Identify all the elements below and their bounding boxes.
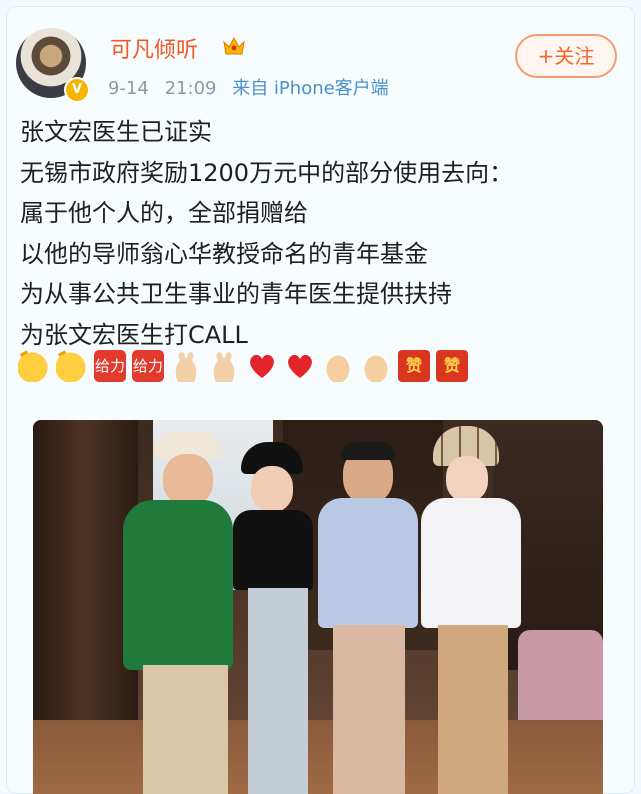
post-line: 为从事公共卫生事业的青年医生提供扶持 xyxy=(20,280,452,308)
post-date: 9-14 xyxy=(108,78,149,99)
photo-person-4-pants xyxy=(438,625,508,794)
post-line: 以他的导师翁心华教授命名的青年基金 xyxy=(20,239,428,268)
zan-icon: 赞 xyxy=(436,350,468,382)
photo-person-3-shirt xyxy=(318,498,418,628)
red-heart-icon xyxy=(246,350,278,382)
post-source[interactable]: 来自 iPhone客户端 xyxy=(232,78,388,99)
pray-icon xyxy=(322,350,354,382)
red-heart-icon xyxy=(284,350,316,382)
photo-person-4-blouse xyxy=(421,498,521,628)
photo-person-2-face xyxy=(251,466,293,512)
photo-person-4-face xyxy=(446,456,488,502)
zan-icon: 赞 xyxy=(398,350,430,382)
awesome-stamp-icon: 给力 xyxy=(132,350,164,382)
post-body: 张文宏医生已证实 无锡市政府奖励1200万元中的部分使用去向： 属于他个人的，全… xyxy=(20,112,620,355)
post-time: 21:09 xyxy=(164,78,217,99)
photo-floor xyxy=(33,720,603,794)
follow-button[interactable]: +关注 xyxy=(515,34,617,78)
pray-icon xyxy=(360,350,392,382)
group-photo[interactable] xyxy=(33,420,603,794)
photo-person-1-face xyxy=(163,454,213,506)
photo-person-1-shirt xyxy=(123,500,233,670)
crown-icon xyxy=(223,36,245,55)
post-line: 属于他个人的，全部捐赠给 xyxy=(20,199,308,227)
victory-hand-icon xyxy=(170,350,202,382)
username[interactable]: 可凡倾听 xyxy=(110,32,198,64)
victory-hand-icon xyxy=(208,350,240,382)
awesome-stamp-icon: 给力 xyxy=(94,350,126,382)
clap-icon xyxy=(56,350,88,382)
post-line: 无锡市政府奖励1200万元中的部分使用去向： xyxy=(20,158,514,187)
emoji-row: 给力 给力 赞 赞 xyxy=(18,350,468,390)
photo-person-3-pants xyxy=(333,625,405,794)
photo-person-2-jeans xyxy=(248,588,308,794)
clap-icon xyxy=(18,350,50,382)
post-line: 张文宏医生已证实 xyxy=(20,118,212,146)
verified-badge-icon: V xyxy=(64,77,90,103)
post-line: 为张文宏医生打CALL xyxy=(20,320,248,349)
post-meta: 9-14 21:09 来自 iPhone客户端 xyxy=(108,74,389,100)
photo-person-1-pants xyxy=(143,665,228,794)
photo-person-3-hair xyxy=(341,442,395,460)
photo-person-2-top xyxy=(233,510,313,590)
